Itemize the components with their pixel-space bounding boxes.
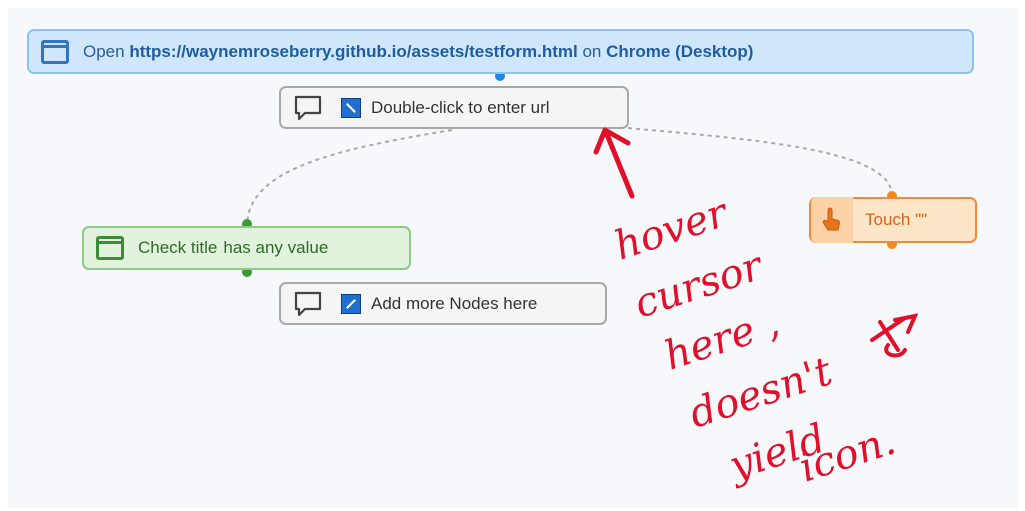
browser-window-icon xyxy=(96,236,124,260)
open-url-node[interactable]: Open https://waynemroseberry.github.io/a… xyxy=(27,29,974,74)
open-verb: Open xyxy=(83,41,125,61)
open-browser: Chrome (Desktop) xyxy=(606,41,754,61)
edit-url-icon xyxy=(341,97,361,118)
check-title-node[interactable]: Check title has any value xyxy=(82,226,411,270)
open-on-word: on xyxy=(582,41,602,61)
add-nodes-text: Add more Nodes here xyxy=(371,293,538,313)
edit-note-icon xyxy=(341,293,361,314)
touch-text: Touch "" xyxy=(865,210,928,229)
check-node-text: Check title has any value xyxy=(138,238,328,258)
browser-window-icon xyxy=(41,39,69,64)
open-node-text: Open https://waynemroseberry.github.io/a… xyxy=(83,42,753,62)
add-more-nodes-comment-node[interactable]: Add more Nodes here xyxy=(279,282,607,325)
check-text-a: Check title xyxy=(138,238,218,257)
double-click-text: Double-click to enter url xyxy=(371,97,550,117)
open-url: https://waynemroseberry.github.io/assets… xyxy=(129,41,578,61)
touch-hand-icon xyxy=(822,207,841,231)
touch-node[interactable]: Touch "" xyxy=(809,197,977,243)
check-text-b: has any value xyxy=(223,238,329,257)
comment-icon xyxy=(294,291,322,316)
touch-icon-box xyxy=(811,197,853,243)
comment-icon xyxy=(294,95,322,120)
double-click-comment-node[interactable]: Double-click to enter url xyxy=(279,86,629,129)
